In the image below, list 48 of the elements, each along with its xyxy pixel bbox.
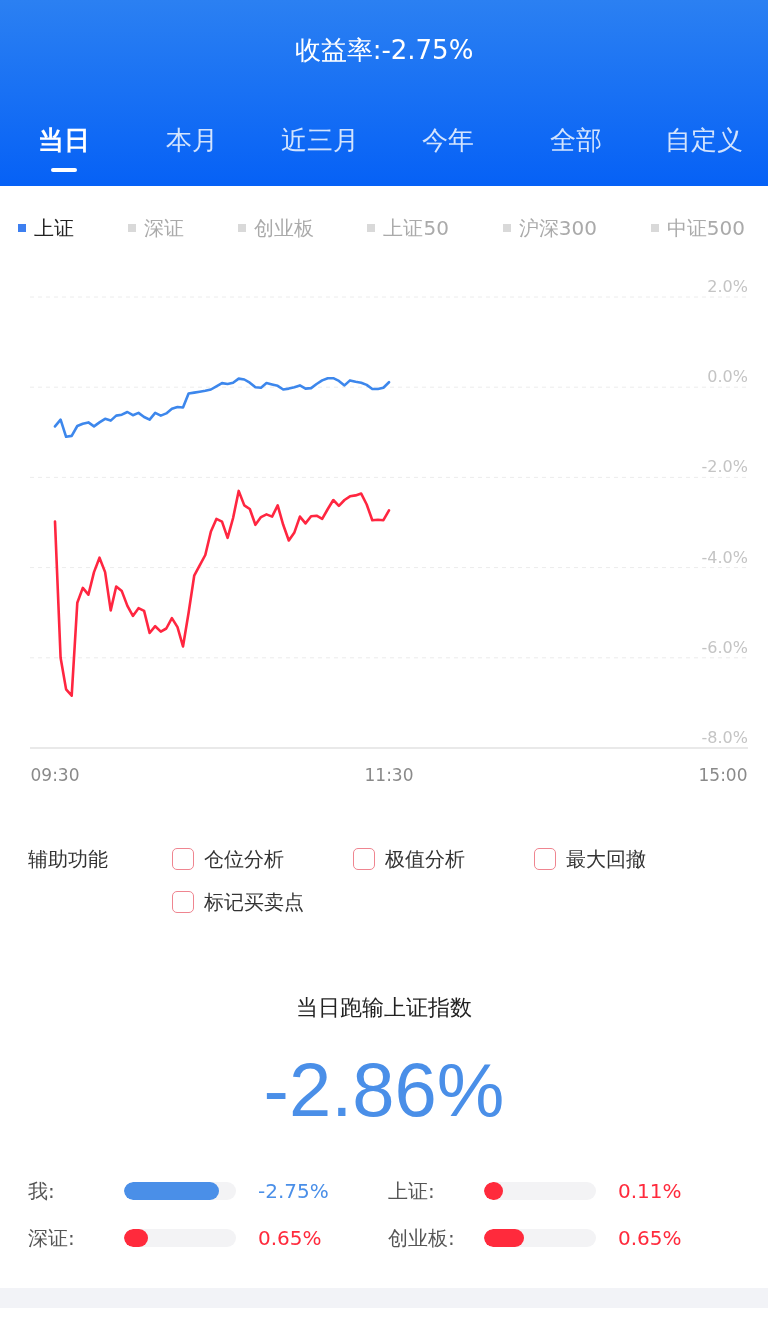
checkbox[interactable] [172,891,194,913]
comparison-value: -2.75% [258,1178,329,1205]
summary-title: 当日跑输上证指数 [296,994,472,1022]
period-tab[interactable]: 今年 [422,118,474,186]
comparison-label: 我: [28,1178,56,1205]
checkbox[interactable] [534,848,556,870]
y-axis-label: -2.0% [701,457,748,477]
period-tab[interactable]: 当日 [38,118,90,186]
y-axis-label: -6.0% [701,637,748,657]
comparison-value: 0.65% [618,1225,682,1252]
checkbox-label[interactable]: 标记买卖点 [204,891,304,913]
active-tab-indicator [51,168,77,172]
checkbox-label[interactable]: 最大回撤 [566,848,646,870]
comparison-value: 0.65% [258,1225,322,1252]
x-axis-label: 09:30 [30,765,80,785]
square-marker-icon [18,224,26,232]
comparison-label: 创业板: [388,1225,456,1252]
comparison-label: 上证: [388,1178,436,1205]
period-tab[interactable]: 自定义 [665,118,743,186]
page-title: 收益率:-2.75% [294,34,474,67]
period-tab[interactable]: 本月 [166,118,218,186]
x-axis-label: 15:00 [698,765,748,785]
index-option[interactable]: 中证500 [650,214,745,242]
index-option[interactable]: 上证50 [367,214,449,242]
section-label: 辅助功能 [28,848,109,870]
period-tab[interactable]: 全部 [550,118,602,186]
index-option[interactable]: 沪深300 [502,214,597,242]
checkbox-label[interactable]: 仓位分析 [204,848,284,870]
index-option[interactable]: 上证 [18,214,74,242]
index-option[interactable]: 深证 [127,214,184,242]
square-marker-icon [650,224,659,232]
square-marker-icon [127,224,136,232]
y-axis-label: -4.0% [701,547,748,567]
summary-value: -2.86% [263,1050,505,1130]
index-option[interactable]: 创业板 [237,214,314,242]
y-axis-label: 2.0% [707,277,748,296]
y-axis-label: -8.0% [701,728,748,747]
square-marker-icon [502,224,511,232]
checkbox[interactable] [353,848,375,870]
comparison-value: 0.11% [618,1178,682,1205]
checkbox[interactable] [172,848,194,870]
y-axis-label: 0.0% [707,367,748,387]
period-tab[interactable]: 近三月 [281,118,359,186]
square-marker-icon [237,224,246,232]
x-axis-label: 11:30 [364,765,414,785]
checkbox-label[interactable]: 极值分析 [385,848,465,870]
square-marker-icon [367,224,376,232]
comparison-label: 深证: [28,1225,76,1252]
